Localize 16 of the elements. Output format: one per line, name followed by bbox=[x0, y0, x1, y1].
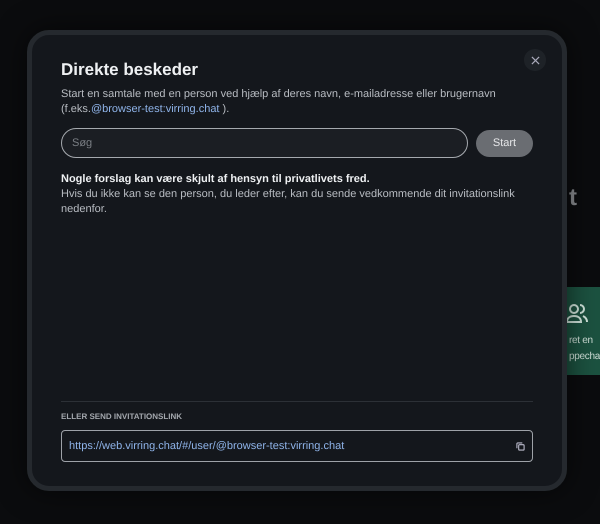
close-icon bbox=[530, 56, 540, 64]
heading-text: t bbox=[569, 184, 577, 212]
invite-link-field[interactable]: https://web.virring.chat/#/user/@browser-test:virring.chat bbox=[61, 430, 533, 462]
search-field[interactable]: Søg bbox=[61, 128, 468, 158]
invite-link[interactable]: https://web.virring.chat/#/user/@browser-test:virring.chat bbox=[69, 440, 344, 452]
user-id-link[interactable]: @browser-test:virring.chat bbox=[90, 103, 220, 115]
tile-label: ppecha bbox=[569, 350, 600, 364]
intro-text: Start en samtale med en person ved hjælp af deres navn, e-mailadresse eller brugernavn (f.eks.@browser-test:virring.chat ). bbox=[61, 87, 497, 117]
privacy-notice: Nogle forslag kan være skjult af hensyn til privatlivets fred. bbox=[61, 172, 371, 187]
notice-text: Hvis du ikke kan se den person, du leder efter, kan du sende vedkommende dit invitationslink nedenfor. bbox=[61, 187, 516, 217]
section-heading: ELLER SEND INVITATIONSLINK bbox=[61, 412, 184, 421]
close-button[interactable] bbox=[524, 49, 546, 71]
dialog-title: Direkte beskeder bbox=[61, 60, 200, 80]
tile-label: ret en bbox=[569, 334, 593, 348]
copy-icon[interactable] bbox=[516, 442, 525, 450]
people-icon bbox=[565, 301, 589, 325]
